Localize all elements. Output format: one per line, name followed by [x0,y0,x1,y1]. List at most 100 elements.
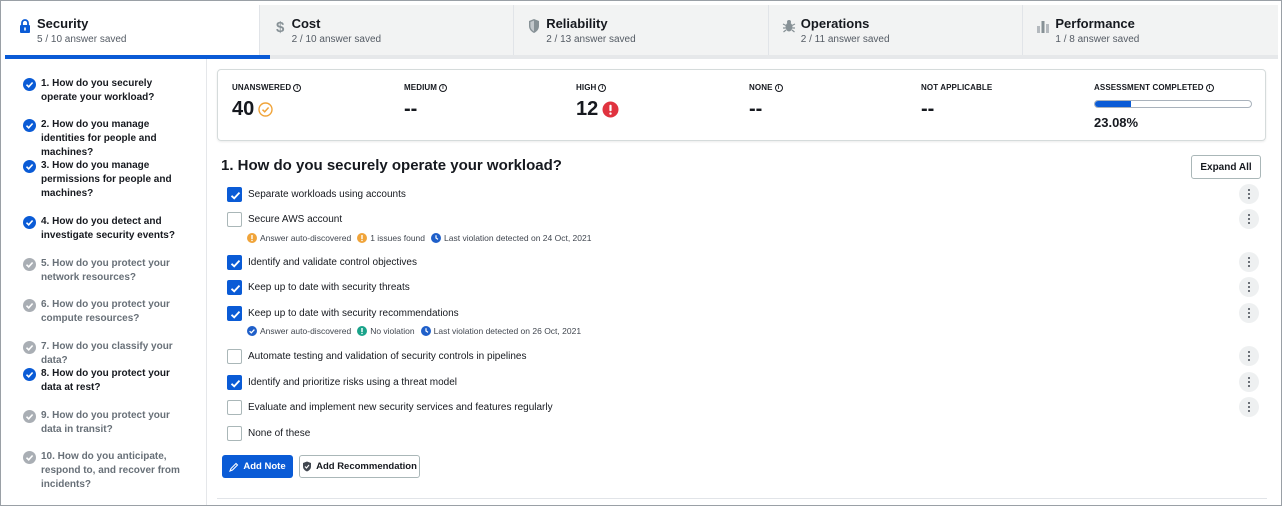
pillar-tabs: Security 5 / 10 answer saved $ Cost 2 / … [5,5,1278,59]
question-title: 1. How do you securely operate your work… [221,157,562,174]
sidebar-question-4[interactable]: 4. How do you detect and investigate sec… [23,215,188,243]
more-options-icon[interactable] [1239,252,1259,272]
divider [217,498,1267,499]
info-icon[interactable]: i [774,83,783,92]
expand-all-button[interactable]: Expand All [1191,155,1261,179]
sidebar-question-label: 2. How do you manage identities for peop… [41,119,157,158]
sidebar-question-9[interactable]: 9. How do you protect your data in trans… [23,409,188,437]
more-options-icon[interactable] [1239,372,1259,392]
assessment-percent: 23.08% [1094,115,1139,130]
sidebar-question-7[interactable]: 7. How do you classify your data? [23,340,188,368]
add-recommendation-label: Add Recommendation [316,461,417,472]
choice-checkbox[interactable] [227,426,242,441]
choice-checkbox[interactable] [227,280,242,295]
choice-label: Keep up to date with security threats [248,282,410,293]
add-note-button[interactable]: Add Note [222,455,293,478]
choice-label: Evaluate and implement new security serv… [248,402,553,413]
more-options-icon[interactable] [1239,277,1259,297]
add-note-label: Add Note [243,461,286,472]
tab-title: Performance [1055,16,1135,31]
check-circle-icon [23,216,36,229]
choice-metadata: Answer auto-discovered 1 issues found La… [247,233,597,243]
more-options-icon[interactable] [1239,184,1259,204]
choice-checkbox[interactable] [227,375,242,390]
assessment-progress-bar [1094,100,1252,108]
sidebar-question-label: 6. How do you protect your compute resou… [41,299,170,324]
warning-circle-icon [357,233,368,243]
metric-label: ASSESSMENT COMPLETED [1094,83,1204,92]
sidebar-question-8[interactable]: 8. How do you protect your data at rest? [23,367,188,395]
metric-value: -- [749,98,763,120]
sidebar-question-1[interactable]: 1. How do you securely operate your work… [23,77,188,105]
sidebar-question-3[interactable]: 3. How do you manage permissions for peo… [23,159,188,201]
info-circle-icon [357,326,368,336]
tab-operations[interactable]: Operations 2 / 11 answer saved [768,5,1024,55]
choice-row: Keep up to date with security recommenda… [227,303,1267,323]
checkmark-icon [230,379,241,388]
choice-checkbox[interactable] [227,400,242,415]
sidebar-question-label: 9. How do you protect your data in trans… [41,410,170,435]
shield-icon [529,19,540,33]
tab-performance[interactable]: Performance 1 / 8 answer saved [1023,5,1278,55]
metric-label: HIGH [576,83,597,92]
info-icon[interactable]: i [598,83,607,92]
check-circle-icon [23,368,36,381]
choice-checkbox[interactable] [227,349,242,364]
tab-cost[interactable]: $ Cost 2 / 10 answer saved [259,5,515,55]
choice-label: Identify and prioritize risks using a th… [248,377,457,388]
more-options-icon[interactable] [1239,346,1259,366]
warning-circle-icon [247,233,257,243]
question-sidebar: 1. How do you securely operate your work… [5,59,207,505]
check-circle-icon [23,341,36,354]
metric-value: 40 [232,98,255,120]
tab-security[interactable]: Security 5 / 10 answer saved [5,5,260,55]
info-icon[interactable]: i [1205,83,1214,92]
choice-row: None of these [227,425,1267,443]
checkmark-icon [230,310,241,319]
sidebar-question-5[interactable]: 5. How do you protect your network resou… [23,257,188,285]
issues-text: No violation [370,326,415,336]
more-options-icon[interactable] [1239,209,1259,229]
choice-label: Keep up to date with security recommenda… [248,308,459,319]
choice-label: Automate testing and validation of secur… [248,351,527,362]
choice-label: Secure AWS account [248,214,343,225]
sidebar-question-label: 8. How do you protect your data at rest? [41,368,170,393]
alert-icon [602,101,619,117]
sidebar-question-10[interactable]: 10. How do you anticipate, respond to, a… [23,450,188,492]
info-icon[interactable]: i [439,83,448,92]
tab-progress: 2 / 10 answer saved [291,34,382,45]
progress-fill [1095,101,1131,107]
more-options-icon[interactable] [1239,397,1259,417]
svg-text:$: $ [276,19,285,34]
choice-checkbox[interactable] [227,212,242,227]
choice-checkbox[interactable] [227,306,242,321]
auto-discovered-text: Answer auto-discovered [260,326,352,336]
sidebar-question-label: 3. How do you manage permissions for peo… [41,160,172,199]
tab-reliability[interactable]: Reliability 2 / 13 answer saved [514,5,769,55]
check-circle-icon [23,410,36,423]
metric-high: HIGH i 12 [576,83,619,120]
choice-checkbox[interactable] [227,187,242,202]
sidebar-question-label: 1. How do you securely operate your work… [41,78,155,103]
shield-check-icon [303,461,312,472]
info-icon[interactable]: i [293,83,302,92]
metric-none: NONE i -- [749,83,783,120]
sidebar-question-label: 10. How do you anticipate, respond to, a… [41,451,180,490]
tab-title: Cost [291,16,321,31]
choice-checkbox[interactable] [227,255,242,270]
lock-icon [20,19,30,33]
metric-unanswered: UNANSWERED i 40 [232,83,302,120]
choice-row: Evaluate and implement new security serv… [227,397,1267,417]
tab-title: Operations [800,16,870,31]
sidebar-question-2[interactable]: 2. How do you manage identities for peop… [23,118,188,160]
sidebar-question-6[interactable]: 6. How do you protect your compute resou… [23,298,188,326]
bar-chart-icon [1037,21,1050,33]
add-recommendation-button[interactable]: Add Recommendation [299,455,420,478]
pencil-icon [229,462,239,472]
metric-medium: MEDIUM i -- [404,83,448,120]
checkmark-icon [230,259,241,268]
more-options-icon[interactable] [1239,303,1259,323]
checkmark-icon [230,191,241,200]
sidebar-question-label: 4. How do you detect and investigate sec… [41,216,175,241]
dollar-icon: $ [276,19,285,34]
